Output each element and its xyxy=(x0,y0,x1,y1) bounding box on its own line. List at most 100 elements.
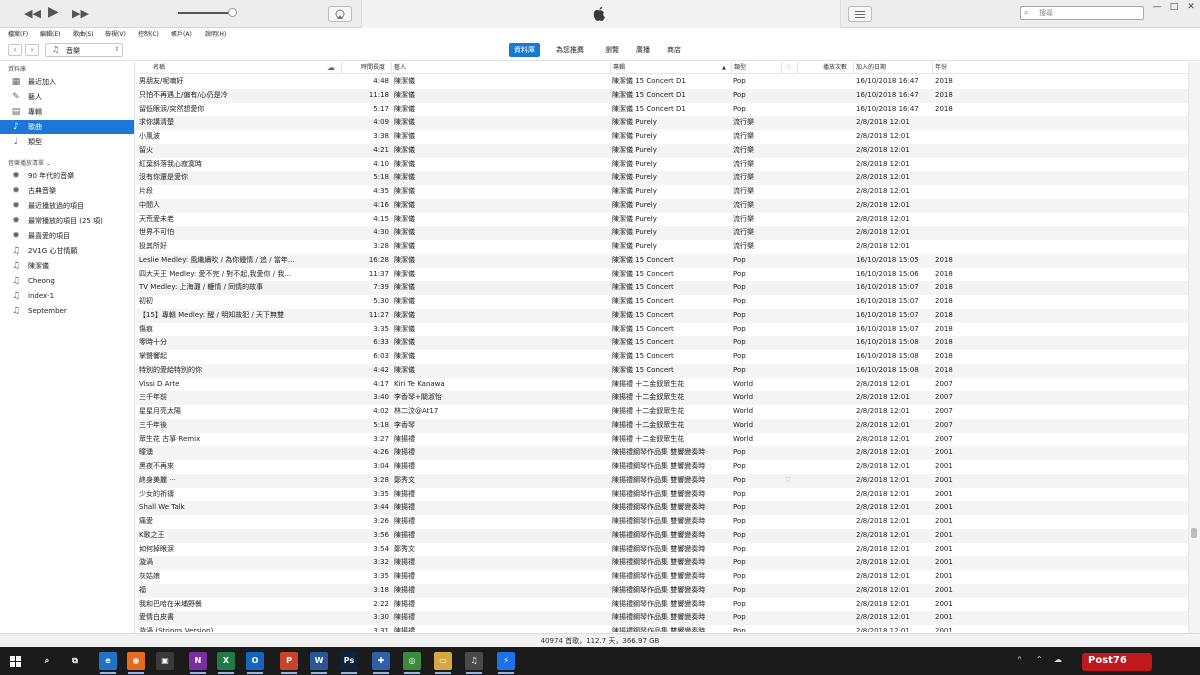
store-icon[interactable]: ▣ xyxy=(156,652,174,670)
table-row[interactable]: 黑夜不再來 3:04 陳揚禮 陳揚禮鋼琴作品集 雙響變奏時 Pop 2/8/2018 12… xyxy=(136,460,1188,474)
table-row[interactable]: 終身美麗 ··· 3:28 鄭秀文 陳揚禮鋼琴作品集 雙響變奏時 Pop ♡ 2/8/201… xyxy=(136,473,1188,488)
table-row[interactable]: 片段 4:35 陳潔儀 陳潔儀 Purely 流行樂 2/8/2018 12:01 xyxy=(136,185,1188,199)
column-header-artist[interactable]: 藝人 xyxy=(394,62,406,74)
table-row[interactable]: 漩渦 (Strings Version) 3:31 陳揚禮 陳揚禮鋼琴作品集 雙響變奏… xyxy=(136,625,1188,632)
table-row[interactable]: 求你講清楚 4:09 陳潔儀 陳潔儀 Purely 流行樂 2/8/2018 12:01 xyxy=(136,116,1188,130)
column-header-plays[interactable]: 播放次數 xyxy=(823,62,847,74)
column-header-added[interactable]: 加入的日期 xyxy=(856,62,886,74)
messenger-icon[interactable]: ⚡ xyxy=(497,652,515,670)
table-row[interactable]: 投其所好 3:28 陳潔儀 陳潔儀 Purely 流行樂 2/8/2018 12:01 xyxy=(136,240,1188,254)
table-row[interactable]: 星星月亮太陽 4:02 林二汶@At17 陳揚禮 十二金釵眾生花 World 2/8/20… xyxy=(136,405,1188,419)
table-row[interactable]: 【15】專輯 Medley: 醒 / 明知故犯 / 天下無雙 11:27 陳潔儀 陳潔… xyxy=(136,308,1188,323)
table-row[interactable]: 紅葉斜落我心寂寞時 4:10 陳潔儀 陳潔儀 Purely 流行樂 2/8/2018 12… xyxy=(136,158,1188,172)
column-header-time[interactable]: 時間長度 xyxy=(361,62,385,74)
table-row[interactable]: 中間人 4:16 陳潔儀 陳潔儀 Purely 流行樂 2/8/2018 12:01 xyxy=(136,198,1188,213)
tab-radio[interactable]: 廣播 xyxy=(631,43,655,57)
volume-slider[interactable] xyxy=(228,8,237,17)
sidebar-item-playlist[interactable]: ✹ 最近播放過的項目 xyxy=(0,199,134,213)
table-row[interactable]: 天荒愛未老 4:15 陳潔儀 陳潔儀 Purely 流行樂 2/8/2018 12:01 xyxy=(136,213,1188,227)
sidebar-item-songs[interactable]: ♪ 歌曲 xyxy=(0,120,134,134)
menu-song[interactable]: 歌曲(S) xyxy=(73,29,94,38)
sidebar-item-playlist[interactable]: ✹ 90 年代的音樂 xyxy=(0,169,134,183)
back-button[interactable]: ‹ xyxy=(8,44,22,56)
column-header-name[interactable]: 名稱 xyxy=(153,62,165,74)
table-row[interactable]: 三千年前 3:40 李香琴+關淑怡 陳揚禮 十二金釵眾生花 World 2/8/2018 … xyxy=(136,391,1188,405)
table-row[interactable]: 眾生花 古箏 Remix 3:27 陳揚禮 陳揚禮 十二金釵眾生花 World 2/8/2… xyxy=(136,433,1188,447)
up-next-button[interactable] xyxy=(848,6,872,22)
previous-button[interactable]: ◀◀ xyxy=(24,7,41,21)
sort-ascending-icon[interactable]: ▲ xyxy=(722,62,726,74)
column-header-album[interactable]: 專輯 xyxy=(613,62,625,74)
tab-store[interactable]: 商店 xyxy=(662,43,686,57)
user-icon[interactable]: ᴿ xyxy=(1018,655,1022,664)
minimize-button[interactable]: — xyxy=(1150,1,1164,13)
next-button[interactable]: ▶▶ xyxy=(72,7,89,21)
menu-controls[interactable]: 控制(C) xyxy=(138,29,159,38)
sidebar-item-playlist[interactable]: ✹ 古典音樂 xyxy=(0,184,134,198)
tab-for-you[interactable]: 為您推薦 xyxy=(551,43,589,57)
menu-help[interactable]: 說明(H) xyxy=(205,29,226,38)
table-row[interactable]: 漩渦 3:32 陳揚禮 陳揚禮鋼琴作品集 雙響變奏時 Pop 2/8/2018 12:01… xyxy=(136,556,1188,570)
table-row[interactable]: 世界不可怕 4:30 陳潔儀 陳潔儀 Purely 流行樂 2/8/2018 12:01 xyxy=(136,226,1188,240)
column-header-heart[interactable]: ♡ xyxy=(786,62,791,74)
table-row[interactable]: 沒有你還是愛你 5:18 陳潔儀 陳潔儀 Purely 流行樂 2/8/2018 12:0… xyxy=(136,171,1188,185)
cloud-icon[interactable]: ☁ xyxy=(327,62,335,74)
photoshop-icon[interactable]: Ps xyxy=(340,652,358,670)
sidebar-item-genres[interactable]: ♩ 類型 xyxy=(0,135,134,149)
firefox-icon[interactable]: ◉ xyxy=(127,652,145,670)
table-row[interactable]: 初初 5:30 陳潔儀 陳潔儀 15 Concert Pop 16/10/2018 15:… xyxy=(136,295,1188,309)
table-row[interactable]: Leslie Medley: 風繼續吹 / 為你鍾情 / 追 / 當年... 16… xyxy=(136,253,1188,268)
app-icon[interactable]: ✚ xyxy=(372,652,390,670)
table-row[interactable]: 三千年後 5:18 李香琴 陳揚禮 十二金釵眾生花 World 2/8/2018 12:0… xyxy=(136,418,1188,433)
sidebar-item-playlist[interactable]: ♫ 2V1G 心甘情願 xyxy=(0,244,134,258)
close-button[interactable]: ✕ xyxy=(1184,1,1198,13)
search-field[interactable]: ⌕ 搜尋 xyxy=(1020,6,1144,20)
table-row[interactable]: Vissi D Arte 4:17 Kiri Te Kanawa 陳揚禮 十二金釵眾生… xyxy=(136,378,1188,392)
sidebar-item-playlist[interactable]: ♫ index-1 xyxy=(0,289,134,303)
airplay-button[interactable] xyxy=(328,6,352,22)
table-row[interactable]: 愛情白皮書 3:30 陳揚禮 陳揚禮鋼琴作品集 雙響變奏時 Pop 2/8/2018 12… xyxy=(136,611,1188,625)
chevron-up-icon[interactable]: ⌃ xyxy=(1036,655,1043,664)
table-row[interactable]: 零時十分 6:33 陳潔儀 陳潔儀 15 Concert Pop 16/10/2018 1… xyxy=(136,336,1188,350)
menu-edit[interactable]: 編輯(E) xyxy=(40,29,60,38)
table-row[interactable]: 福 3:18 陳揚禮 陳揚禮鋼琴作品集 雙響變奏時 Pop 2/8/2018 12:01 2… xyxy=(136,583,1188,598)
sidebar-item-playlist[interactable]: ♫ 陳潔儀 xyxy=(0,259,134,273)
sidebar-item-playlist[interactable]: ✹ 最喜愛的項目 xyxy=(0,229,134,243)
cloud-tray-icon[interactable]: ☁ xyxy=(1054,655,1062,664)
table-row[interactable]: 留火 4:21 陳潔儀 陳潔儀 Purely 流行樂 2/8/2018 12:01 xyxy=(136,143,1188,158)
task-view-icon[interactable]: ⧉ xyxy=(66,652,84,670)
table-row[interactable]: 少女的祈禱 3:35 陳揚禮 陳揚禮鋼琴作品集 雙響變奏時 Pop 2/8/2018 12… xyxy=(136,488,1188,502)
folder-icon[interactable]: ▭ xyxy=(434,652,452,670)
powerpoint-icon[interactable]: P xyxy=(280,652,298,670)
maximize-button[interactable]: □ xyxy=(1167,1,1181,13)
excel-icon[interactable]: X xyxy=(217,652,235,670)
sidebar-item-albums[interactable]: ▤ 專輯 xyxy=(0,105,134,119)
table-row[interactable]: 痛愛 3:26 陳揚禮 陳揚禮鋼琴作品集 雙響變奏時 Pop 2/8/2018 12:01… xyxy=(136,515,1188,529)
table-row[interactable]: 只怕不再遇上/偏有/心仍是冷 11:18 陳潔儀 陳潔儀 15 Concert D1 P… xyxy=(136,88,1188,103)
tab-library[interactable]: 資料庫 xyxy=(509,43,540,57)
table-row[interactable]: 特別的愛給特別的你 4:42 陳潔儀 陳潔儀 15 Concert Pop 16/10/2… xyxy=(136,363,1188,378)
sidebar-item-artists[interactable]: ✎ 藝人 xyxy=(0,90,134,104)
column-header-genre[interactable]: 類型 xyxy=(734,62,746,74)
scrollbar-thumb[interactable] xyxy=(1191,528,1197,538)
table-row[interactable]: TV Medley: 上海灘 / 轆情 / 同情的故事 7:39 陳潔儀 陳潔儀 15… xyxy=(136,281,1188,295)
playlists-header[interactable]: 音樂播放清單 ⌄ xyxy=(8,158,51,167)
table-row[interactable]: 四大天王 Medley: 愛不完 / 對不起,我愛你 / 我... 11:37 陳潔… xyxy=(136,268,1188,282)
table-row[interactable]: 掌聲響起 6:03 陳潔儀 陳潔儀 15 Concert Pop 16/10/2018 1… xyxy=(136,350,1188,364)
chrome-icon[interactable]: ◎ xyxy=(403,652,421,670)
sidebar-item-playlist[interactable]: ♫ Cheong xyxy=(0,274,134,288)
table-row[interactable]: 男朋友/呢喃好 4:48 陳潔儀 陳潔儀 15 Concert D1 Pop 16/10/… xyxy=(136,75,1188,89)
search-icon[interactable]: ⌕ xyxy=(38,652,56,670)
table-row[interactable]: K歌之王 3:56 陳揚禮 陳揚禮鋼琴作品集 雙響變奏時 Pop 2/8/2018 12:… xyxy=(136,528,1188,543)
itunes-icon[interactable]: ♫ xyxy=(465,652,483,670)
media-picker[interactable]: ♫ 音樂 ⇕ xyxy=(45,43,123,57)
edge-icon[interactable]: e xyxy=(99,652,117,670)
sidebar-item-recently-added[interactable]: ▦ 最近加入 xyxy=(0,75,134,89)
outlook-icon[interactable]: O xyxy=(246,652,264,670)
table-row[interactable]: 瞳湧 4:26 陳揚禮 陳揚禮鋼琴作品集 雙響變奏時 Pop 2/8/2018 12:01… xyxy=(136,446,1188,460)
sidebar-item-playlist[interactable]: ♫ September xyxy=(0,304,134,318)
table-row[interactable]: 留低眼淚/突然想愛你 5:17 陳潔儀 陳潔儀 15 Concert D1 Pop 16/… xyxy=(136,103,1188,117)
table-row[interactable]: 小風波 3:38 陳潔儀 陳潔儀 Purely 流行樂 2/8/2018 12:01 xyxy=(136,130,1188,144)
menu-view[interactable]: 檢視(V) xyxy=(105,29,126,38)
table-row[interactable]: 如何掉眼淚 3:54 鄭秀文 陳揚禮鋼琴作品集 雙響變奏時 Pop 2/8/2018 12… xyxy=(136,543,1188,557)
